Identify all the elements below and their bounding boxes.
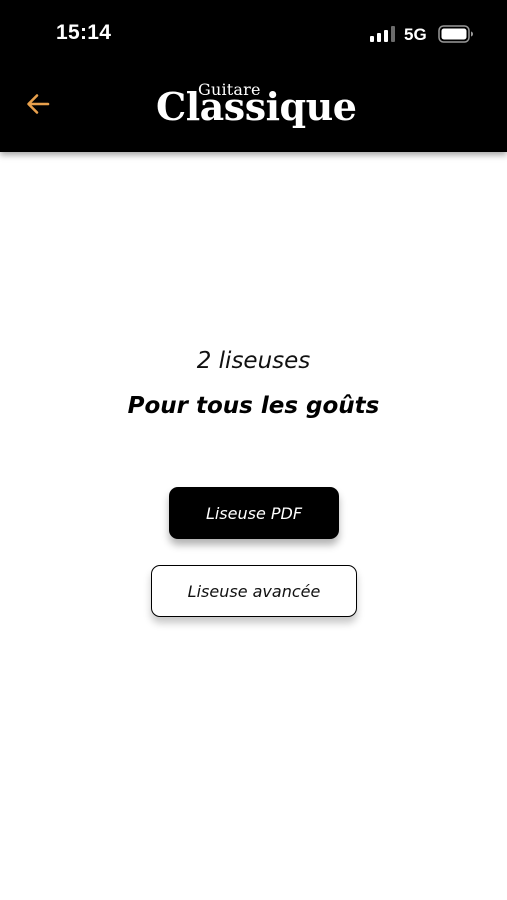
main-content: 2 liseuses Pour tous les goûts Liseuse P… [0, 152, 507, 900]
nav-bar: Guitare Classique [0, 70, 507, 152]
page-title: Pour tous les goûts [127, 393, 380, 419]
header: 15:14 5G Guitare Classique [0, 0, 507, 152]
page-subtitle: 2 liseuses [196, 348, 311, 374]
advanced-reader-button[interactable]: Liseuse avancée [151, 565, 357, 617]
network-label: 5G [404, 25, 427, 44]
status-time: 15:14 [56, 21, 112, 44]
app-logo: Guitare Classique [150, 76, 360, 140]
pdf-reader-button[interactable]: Liseuse PDF [169, 487, 339, 539]
battery-icon [438, 25, 474, 43]
screen: 15:14 5G Guitare Classique 2 liseuses Po… [0, 0, 507, 900]
logo-classique: Classique [156, 84, 357, 129]
arrow-left-icon [25, 93, 51, 120]
cellular-signal-icon [370, 26, 396, 42]
status-bar: 15:14 5G [0, 0, 507, 70]
back-button[interactable] [20, 88, 56, 124]
